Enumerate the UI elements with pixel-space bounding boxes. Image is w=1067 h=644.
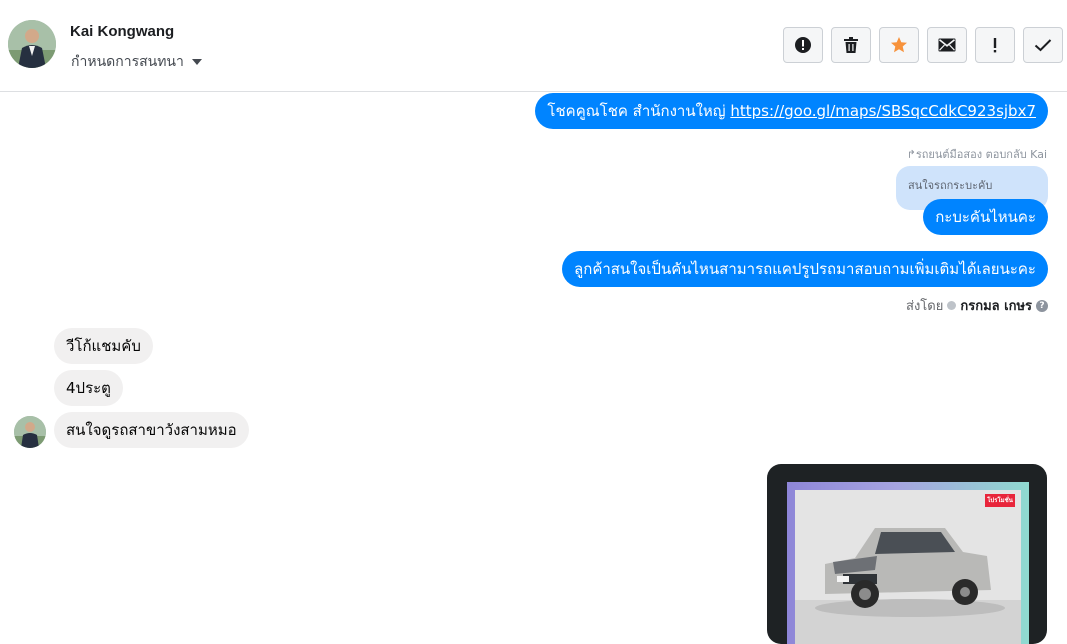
alert-circle-icon (795, 37, 811, 53)
sender-name[interactable]: กรกมล เกษร (960, 295, 1032, 316)
mail-icon (938, 38, 956, 52)
conversation-toolbar (783, 27, 1063, 63)
incoming-message: 4ประตู (54, 370, 123, 406)
assign-label: กำหนดการสนทนา (71, 54, 184, 70)
promo-badge: โปรโมชั่น (985, 494, 1015, 507)
star-button[interactable] (879, 27, 919, 63)
assign-conversation-dropdown[interactable]: กำหนดการสนทนา (71, 51, 202, 73)
trash-icon (844, 37, 858, 53)
contact-name[interactable]: Kai Kongwang (70, 23, 174, 40)
truck-image (795, 490, 1021, 644)
star-icon (891, 37, 907, 53)
incoming-message: วีโก้แชมคับ (54, 328, 153, 364)
mark-spam-button[interactable] (783, 27, 823, 63)
outgoing-message-reply: กะบะคันไหนคะ (923, 199, 1048, 235)
incoming-message: สนใจดูรถสาขาวังสามหมอ (54, 412, 249, 448)
reply-note-text: รถยนต์มือสอง ตอบกลับ Kai (915, 148, 1047, 161)
message-text: โชคคูณโชค สำนักงานใหญ่ (547, 102, 731, 120)
conversation-header: Kai Kongwang กำหนดการสนทนา (0, 0, 1067, 92)
reply-arrow-icon: ↱ (906, 148, 916, 161)
truck-photo[interactable]: โปรโมชั่น (795, 490, 1021, 644)
outgoing-message-location: โชคคูณโชค สำนักงานใหญ่ https://goo.gl/ma… (535, 93, 1048, 129)
outgoing-message-ask-image: ลูกค้าสนใจเป็นคันไหนสามารถแคปรูปรถมาสอบถ… (562, 251, 1048, 287)
image-frame: โปรโมชั่น (787, 482, 1029, 644)
contact-avatar[interactable] (8, 20, 56, 68)
contact-avatar-small[interactable] (14, 416, 46, 448)
status-dot-icon (947, 301, 957, 310)
mark-unread-button[interactable] (927, 27, 967, 63)
reply-note: ↱รถยนต์มือสอง ตอบกลับ Kai (907, 145, 1047, 163)
follow-up-button[interactable] (975, 27, 1015, 63)
mark-done-button[interactable] (1023, 27, 1063, 63)
sent-by-label: ส่งโดย (906, 299, 944, 314)
map-link[interactable]: https://goo.gl/maps/SBSqcCdkC923sjbx7 (730, 102, 1036, 120)
exclamation-icon (993, 38, 997, 53)
image-attachment[interactable]: โปรโมชั่น (767, 464, 1047, 644)
delete-button[interactable] (831, 27, 871, 63)
help-icon[interactable]: ? (1036, 299, 1048, 312)
caret-down-icon (191, 59, 202, 65)
check-icon (1034, 39, 1052, 52)
sent-by-info: ส่งโดย กรกมล เกษร ? (906, 295, 1048, 316)
